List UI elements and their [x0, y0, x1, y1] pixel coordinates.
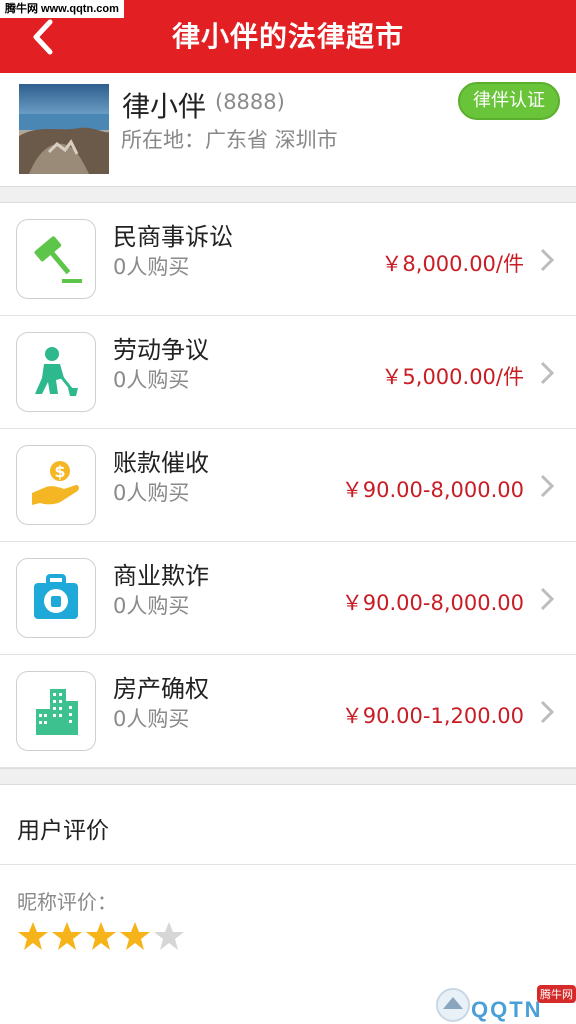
service-purchase-count: 0人购买	[113, 594, 190, 618]
service-price: ￥8,000.00/件	[381, 252, 524, 276]
service-item-debt-collection[interactable]: $ 账款催收 0人购买 ￥90.00-8,000.00	[0, 429, 576, 542]
section-divider	[0, 768, 576, 785]
lawyer-name: 律小伴	[122, 90, 207, 123]
rating-stars	[17, 920, 185, 952]
chevron-right-icon	[540, 361, 554, 385]
star-filled-icon	[86, 922, 116, 950]
chevron-right-icon	[540, 248, 554, 272]
service-list: 民商事诉讼 0人购买 ￥8,000.00/件 劳动争议 0人购买 ￥5,000.…	[0, 203, 576, 768]
logo-icon	[436, 988, 470, 1022]
chevron-right-icon	[540, 700, 554, 724]
lawyer-profile[interactable]: 律小伴 (8888) 所在地：广东省 深圳市 律伴认证	[0, 73, 576, 186]
watermark-bottom-right: QQTN 腾牛网	[433, 985, 576, 1024]
landscape-avatar-icon	[19, 84, 109, 174]
service-name: 账款催收	[113, 449, 209, 477]
service-item-commercial-fraud[interactable]: 商业欺诈 0人购买 ￥90.00-8,000.00	[0, 542, 576, 655]
service-price: ￥90.00-8,000.00	[341, 478, 524, 502]
service-purchase-count: 0人购买	[113, 368, 190, 392]
service-price: ￥5,000.00/件	[381, 365, 524, 389]
watermark-badge: 腾牛网	[537, 985, 576, 1003]
service-purchase-count: 0人购买	[113, 255, 190, 279]
reviews-header: 用户评价	[0, 785, 576, 865]
service-name: 民商事诉讼	[113, 223, 233, 251]
review-nickname-label: 昵称评价：	[17, 890, 117, 914]
chevron-right-icon	[540, 587, 554, 611]
hand-money-icon: $	[32, 461, 79, 505]
service-name: 劳动争议	[113, 336, 209, 364]
reviews-title: 用户评价	[17, 818, 109, 844]
service-name: 房产确权	[113, 675, 209, 703]
watermark-text: QQTN	[471, 997, 543, 1022]
service-purchase-count: 0人购买	[113, 481, 190, 505]
buildings-icon	[36, 689, 78, 735]
avatar	[19, 84, 109, 174]
section-divider	[0, 186, 576, 203]
gavel-icon	[34, 236, 82, 283]
star-filled-icon	[18, 922, 48, 950]
svg-text:$: $	[54, 462, 65, 481]
service-purchase-count: 0人购买	[113, 707, 190, 731]
chevron-right-icon	[540, 474, 554, 498]
worker-shovel-icon	[35, 347, 78, 396]
lawyer-id: (8888)	[215, 90, 285, 114]
service-name: 商业欺诈	[113, 562, 209, 590]
service-price: ￥90.00-8,000.00	[341, 591, 524, 615]
certification-badge[interactable]: 律伴认证	[458, 82, 560, 120]
star-filled-icon	[52, 922, 82, 950]
service-item-property-title[interactable]: 房产确权 0人购买 ￥90.00-1,200.00	[0, 655, 576, 768]
service-price: ￥90.00-1,200.00	[341, 704, 524, 728]
service-item-labor-dispute[interactable]: 劳动争议 0人购买 ￥5,000.00/件	[0, 316, 576, 429]
briefcase-stop-icon	[34, 574, 78, 619]
star-empty-icon	[154, 922, 184, 950]
service-item-civil-litigation[interactable]: 民商事诉讼 0人购买 ￥8,000.00/件	[0, 203, 576, 316]
lawyer-location: 所在地：广东省 深圳市	[121, 128, 338, 152]
watermark-top: 腾牛网 www.qqtn.com	[0, 0, 124, 18]
star-filled-icon	[120, 922, 150, 950]
